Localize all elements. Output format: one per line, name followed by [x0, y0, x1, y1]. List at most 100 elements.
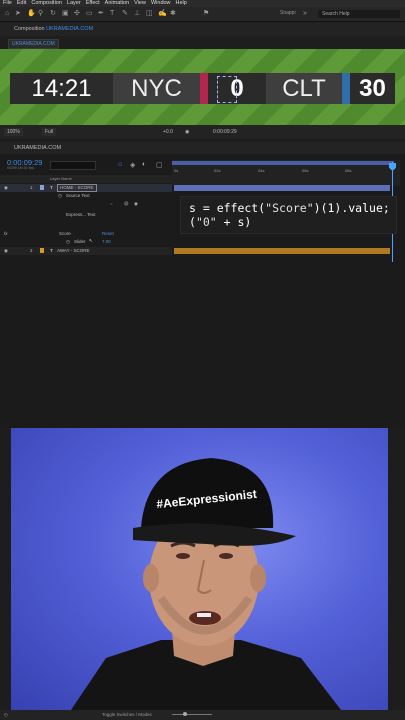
ruler-tick: 02s	[214, 168, 221, 173]
mouse-cursor-icon: ↖	[89, 238, 93, 243]
reset-link[interactable]: Reset	[102, 230, 114, 238]
zoom-slider[interactable]	[172, 714, 212, 715]
pick-whip-icon[interactable]: @	[124, 200, 129, 208]
menu-bar: File Edit Composition Layer Effect Anima…	[0, 0, 405, 7]
tools-panel: ⌂ ➤ ✋ ⚲ ↻ ▣ ✣ ▭ ✒ T ✎ ⊥ ◫ ✍ ✱ ⚑ Snappi »…	[0, 7, 405, 22]
hand-tool-icon[interactable]: ✋	[27, 10, 36, 17]
menu-effect[interactable]: Effect	[86, 0, 100, 7]
search-help-input[interactable]: Search Help	[318, 10, 400, 18]
expression-editor[interactable]: s = effect("Score")(1).value; ("0" + s)	[180, 196, 397, 234]
snapshot-icon[interactable]: ◉	[185, 125, 189, 139]
expression-enable-icon[interactable]: =	[110, 200, 113, 208]
ruler-tick: 0s	[174, 168, 179, 173]
menu-window[interactable]: Window	[151, 0, 171, 7]
timeline-status-bar: ◴ Toggle Switches / Modes	[0, 710, 405, 720]
exposure-value[interactable]: +0.0	[163, 125, 173, 139]
visibility-eye-icon[interactable]: ◉	[4, 184, 8, 192]
layer-name[interactable]: HOME - SCORE	[57, 184, 97, 192]
timeline-tab[interactable]: UKRAMEDIA.COM	[0, 142, 405, 154]
roto-tool-icon[interactable]: ✍	[158, 10, 167, 17]
expression-controls-row: = @ ◉	[0, 200, 172, 210]
timeline-frame-info: 00299 (30.00 fps)	[7, 166, 35, 170]
layer-row-away-score[interactable]: ◉ 2 T AWAY - SCORE	[0, 247, 172, 255]
menu-composition[interactable]: Composition	[31, 0, 62, 7]
expression-line-2: ("0" + s)	[189, 215, 252, 229]
stopwatch-icon[interactable]: ◷	[58, 192, 62, 200]
comp-flowchart-icon[interactable]: ⌂	[118, 161, 122, 168]
presenter-image: #AeExpressionist	[71, 458, 341, 710]
zoom-dropdown[interactable]: 100%	[4, 128, 23, 136]
webcam-overlay: #AeExpressionist	[11, 428, 388, 710]
puppet-tool-icon[interactable]: ✱	[170, 10, 176, 17]
selection-bounding-box[interactable]	[217, 76, 237, 103]
work-area-bar[interactable]	[172, 161, 394, 165]
away-team-name: CLT	[266, 73, 342, 104]
render-time-icon[interactable]: ◴	[4, 710, 8, 720]
viewer-controls: 100% Full +0.0 ◉ 0:00:09:29	[0, 125, 405, 139]
layer-label-color[interactable]	[40, 248, 44, 253]
composition-subbar	[0, 36, 405, 49]
pin-tool-icon[interactable]: ⚑	[203, 10, 209, 17]
shape-tool-icon[interactable]: ▭	[86, 10, 93, 17]
stopwatch-icon[interactable]: ◷	[66, 238, 70, 246]
ruler-tick: 06s	[302, 168, 309, 173]
property-source-text[interactable]: ◷ Source Text	[0, 192, 172, 200]
composition-chip[interactable]: UKRAMEDIA.COM	[8, 39, 59, 49]
menu-file[interactable]: File	[3, 0, 12, 7]
resolution-dropdown[interactable]: Full	[42, 128, 57, 136]
slider-label: Slider	[74, 239, 86, 244]
layer-name[interactable]: AWAY - SCORE	[57, 247, 90, 255]
timeline-footer	[0, 420, 405, 428]
layer-name-header[interactable]: Layer Name	[50, 175, 72, 183]
game-clock: 14:21	[10, 73, 113, 104]
fx-icon: fx	[4, 231, 8, 236]
layer-duration-bar-away[interactable]	[174, 248, 390, 254]
comp-tab-name: UKRAMEDIA.COM	[46, 26, 94, 32]
visibility-eye-icon[interactable]: ◉	[4, 247, 8, 255]
expression-line-1: s = effect("Score")(1).value;	[189, 201, 390, 215]
selection-tool-icon[interactable]: ➤	[15, 10, 21, 17]
effect-score-row[interactable]: fx Score Reset	[0, 230, 172, 238]
effect-name: Score	[59, 231, 71, 236]
draft-3d-icon[interactable]: ◈	[130, 161, 135, 169]
workspace-menu-icon[interactable]: »	[303, 10, 309, 17]
source-text-label: Source Text	[66, 193, 90, 198]
layer-duration-bar-home[interactable]	[174, 185, 390, 191]
menu-animation[interactable]: Animation	[105, 0, 129, 7]
expression-label: Express... Text	[66, 212, 96, 217]
composition-tab[interactable]: Composition UKRAMEDIA.COM	[0, 22, 405, 36]
ruler-tick: 08s	[345, 168, 352, 173]
pan-behind-icon[interactable]: ✣	[74, 10, 80, 17]
home-team-color	[200, 73, 208, 104]
zoom-tool-icon[interactable]: ⚲	[38, 10, 44, 17]
motion-blur-icon[interactable]: ◐	[142, 161, 146, 168]
layer-label-color[interactable]	[40, 185, 44, 190]
home-team-name: NYC	[113, 73, 200, 104]
type-tool-icon[interactable]: T	[110, 10, 116, 17]
pen-tool-icon[interactable]: ✒	[98, 10, 104, 17]
timeline-search-input[interactable]	[50, 161, 96, 170]
eraser-tool-icon[interactable]: ◫	[146, 10, 153, 17]
ruler-tick: 04s	[258, 168, 265, 173]
toggle-switches-modes[interactable]: Toggle Switches / Modes	[102, 710, 152, 720]
camera-tool-icon[interactable]: ▣	[62, 10, 69, 17]
menu-edit[interactable]: Edit	[17, 0, 26, 7]
zoom-slider-handle[interactable]	[183, 712, 187, 716]
graph-editor-icon[interactable]: ▢	[156, 161, 163, 169]
expression-menu-icon[interactable]: ◉	[134, 200, 138, 208]
layer-row-home-score[interactable]: ◉ 1 T HOME - SCORE	[0, 184, 172, 192]
home-icon[interactable]: ⌂	[5, 10, 11, 17]
slider-value[interactable]: 7.00	[102, 238, 111, 246]
clone-tool-icon[interactable]: ⊥	[134, 10, 140, 17]
menu-help[interactable]: Help	[176, 0, 187, 7]
slider-row[interactable]: ◷ Slider 7.00 ↖	[0, 238, 172, 246]
menu-layer[interactable]: Layer	[67, 0, 81, 7]
layer-column-header: Layer Name	[0, 175, 172, 183]
rotate-tool-icon[interactable]: ↻	[50, 10, 56, 17]
menu-view[interactable]: View	[134, 0, 146, 7]
viewer-timecode[interactable]: 0:00:09:29	[213, 125, 237, 139]
brush-tool-icon[interactable]: ✎	[122, 10, 128, 17]
layer-number: 1	[30, 185, 33, 190]
scoreboard: 14:21 NYC 0 CLT 30	[10, 73, 395, 104]
snapping-toggle[interactable]: Snappi	[280, 10, 296, 16]
